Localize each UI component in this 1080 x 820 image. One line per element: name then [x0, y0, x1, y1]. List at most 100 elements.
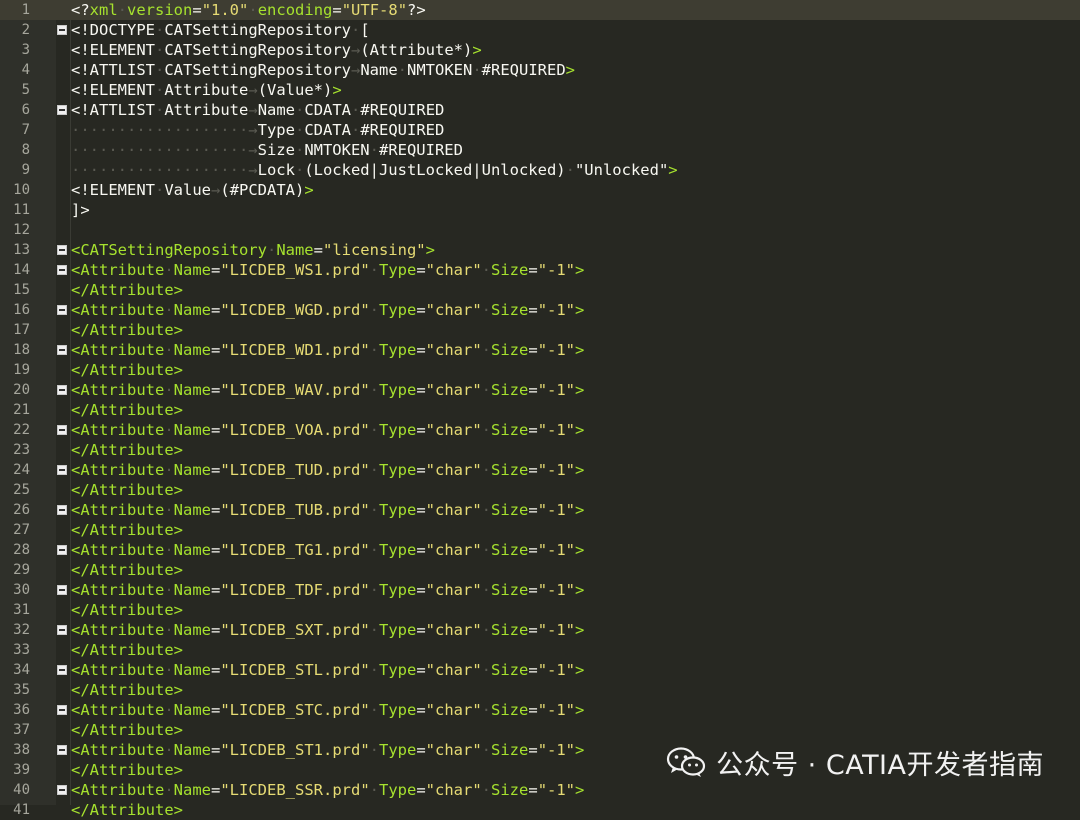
code-line[interactable]: 3 <!ELEMENT·CATSettingRepository→(Attribu…	[0, 40, 1080, 60]
fold-toggle-icon[interactable]	[57, 745, 67, 755]
code-line[interactable]: 20 <Attribute·Name="LICDEB_WAV.prd"·Type=…	[0, 380, 1080, 400]
code-token: <!ELEMENT	[71, 81, 155, 99]
code-line[interactable]: 13 <CATSettingRepository·Name="licensing"…	[0, 240, 1080, 260]
fold-toggle-icon[interactable]	[57, 465, 67, 475]
code-line[interactable]: 6 <!ATTLIST·Attribute→Name·CDATA·#REQUIRE…	[0, 100, 1080, 120]
code-token: ·	[266, 241, 277, 259]
code-line[interactable]: 33 </Attribute>	[0, 640, 1080, 660]
fold-toggle-icon[interactable]	[57, 245, 67, 255]
code-line[interactable]: 5 <!ELEMENT·Attribute→(Value*)>	[0, 80, 1080, 100]
code-text: <Attribute·Name="LICDEB_WAV.prd"·Type="c…	[71, 380, 584, 400]
code-line[interactable]: 16 <Attribute·Name="LICDEB_WGD.prd"·Type=…	[0, 300, 1080, 320]
code-line[interactable]: 29 </Attribute>	[0, 560, 1080, 580]
code-text: </Attribute>	[71, 440, 183, 460]
code-line[interactable]: 18 <Attribute·Name="LICDEB_WD1.prd"·Type=…	[0, 340, 1080, 360]
code-token: ·	[369, 141, 379, 159]
line-number: 9	[21, 162, 30, 178]
code-token: "UTF-8"	[341, 1, 408, 19]
fold-toggle-icon[interactable]	[57, 585, 67, 595]
code-line[interactable]: 17 </Attribute>	[0, 320, 1080, 340]
code-line[interactable]: 10 <!ELEMENT·Value→(#PCDATA)>	[0, 180, 1080, 200]
fold-toggle-icon[interactable]	[57, 105, 67, 115]
code-line[interactable]: 31 </Attribute>	[0, 600, 1080, 620]
code-line[interactable]: 1 <?xml·version="1.0"·encoding="UTF-8"?>	[0, 0, 1080, 20]
code-token: ·	[155, 181, 165, 199]
code-token: >	[575, 501, 585, 519]
fold-toggle-icon[interactable]	[57, 385, 67, 395]
code-line[interactable]: 25 </Attribute>	[0, 480, 1080, 500]
code-line[interactable]: 9 ···················→Lock·(Locked|JustLo…	[0, 160, 1080, 180]
code-line[interactable]: 14 <Attribute·Name="LICDEB_WS1.prd"·Type=…	[0, 260, 1080, 280]
fold-toggle-icon[interactable]	[57, 505, 67, 515]
code-token: "LICDEB_TUB.prd"	[220, 501, 370, 519]
code-line[interactable]: 36 <Attribute·Name="LICDEB_STC.prd"·Type=…	[0, 700, 1080, 720]
code-token: Lock	[257, 161, 295, 179]
code-line[interactable]: 23 </Attribute>	[0, 440, 1080, 460]
fold-toggle-icon[interactable]	[57, 785, 67, 795]
fold-toggle-icon[interactable]	[57, 545, 67, 555]
code-line[interactable]: 26 <Attribute·Name="LICDEB_TUB.prd"·Type=…	[0, 500, 1080, 520]
code-token: Type	[379, 741, 417, 759]
fold-toggle-icon[interactable]	[57, 25, 67, 35]
code-token: "-1"	[537, 261, 576, 279]
code-token: ·	[369, 781, 379, 799]
code-line[interactable]: 41 </Attribute>	[0, 800, 1080, 820]
code-token: ·	[164, 341, 174, 359]
code-line[interactable]: 7 ···················→Type·CDATA·#REQUIRE…	[0, 120, 1080, 140]
line-number: 18	[13, 342, 30, 358]
code-token: "char"	[425, 461, 482, 479]
code-line[interactable]: 22 <Attribute·Name="LICDEB_VOA.prd"·Type=…	[0, 420, 1080, 440]
code-token: =	[528, 461, 538, 479]
code-line[interactable]: 40 <Attribute·Name="LICDEB_SSR.prd"·Type=…	[0, 780, 1080, 800]
code-editor[interactable]: 1 <?xml·version="1.0"·encoding="UTF-8"?> 2…	[0, 0, 1080, 819]
code-line[interactable]: 2 <!DOCTYPE·CATSettingRepository·[	[0, 20, 1080, 40]
code-line[interactable]: 30 <Attribute·Name="LICDEB_TDF.prd"·Type=…	[0, 580, 1080, 600]
code-token: =	[416, 741, 426, 759]
wechat-icon	[666, 746, 706, 778]
code-line[interactable]: 8 ···················→Size·NMTOKEN·#REQUI…	[0, 140, 1080, 160]
code-line[interactable]: 24 <Attribute·Name="LICDEB_TUD.prd"·Type=…	[0, 460, 1080, 480]
fold-toggle-icon[interactable]	[57, 265, 67, 275]
code-token: Size	[491, 541, 529, 559]
code-token: >	[575, 701, 585, 719]
code-line[interactable]: 4 <!ATTLIST·CATSettingRepository→Name·NMT…	[0, 60, 1080, 80]
code-token: ·	[481, 461, 492, 479]
code-line[interactable]: 35 </Attribute>	[0, 680, 1080, 700]
code-token: Type	[379, 701, 417, 719]
code-token: Size	[491, 261, 529, 279]
code-line[interactable]: 12	[0, 220, 1080, 240]
code-token: ·	[155, 81, 165, 99]
line-number: 36	[13, 702, 30, 718]
line-number: 26	[13, 502, 30, 518]
code-line[interactable]: 34 <Attribute·Name="LICDEB_STL.prd"·Type=…	[0, 660, 1080, 680]
code-token: Size	[491, 341, 529, 359]
code-token: Type	[379, 621, 417, 639]
code-line[interactable]: 15 </Attribute>	[0, 280, 1080, 300]
fold-toggle-icon[interactable]	[57, 305, 67, 315]
code-token: #REQUIRED	[481, 61, 566, 79]
code-token: =	[211, 501, 221, 519]
code-line[interactable]: 27 </Attribute>	[0, 520, 1080, 540]
code-area[interactable]: 1 <?xml·version="1.0"·encoding="UTF-8"?> 2…	[0, 0, 1080, 819]
code-line[interactable]: 19 </Attribute>	[0, 360, 1080, 380]
code-token: =	[528, 621, 538, 639]
code-line[interactable]: 21 </Attribute>	[0, 400, 1080, 420]
code-token: "char"	[425, 381, 482, 399]
fold-toggle-icon[interactable]	[57, 345, 67, 355]
code-line[interactable]: 28 <Attribute·Name="LICDEB_TG1.prd"·Type=…	[0, 540, 1080, 560]
code-line[interactable]: 11]>	[0, 200, 1080, 220]
fold-toggle-icon[interactable]	[57, 665, 67, 675]
code-token: ·	[481, 381, 492, 399]
watermark-text: 公众号 · CATIA开发者指南	[716, 749, 1044, 781]
fold-toggle-icon[interactable]	[57, 625, 67, 635]
code-line[interactable]: 37 </Attribute>	[0, 720, 1080, 740]
code-token: </Attribute>	[71, 561, 183, 579]
code-text: <Attribute·Name="LICDEB_VOA.prd"·Type="c…	[71, 420, 584, 440]
fold-toggle-icon[interactable]	[57, 425, 67, 435]
code-line[interactable]: 32 <Attribute·Name="LICDEB_SXT.prd"·Type=…	[0, 620, 1080, 640]
code-token: Name	[360, 61, 398, 79]
code-token: ]>	[71, 201, 90, 219]
fold-toggle-icon[interactable]	[57, 705, 67, 715]
code-token: "-1"	[537, 781, 576, 799]
code-token: "char"	[425, 781, 482, 799]
